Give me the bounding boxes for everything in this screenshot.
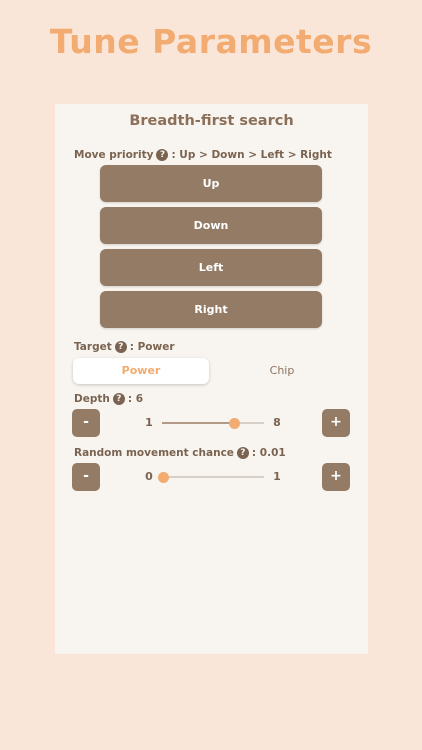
priority-button-up[interactable]: Up: [100, 165, 322, 202]
depth-decrement-button[interactable]: -: [72, 409, 100, 437]
random-decrement-button[interactable]: -: [72, 463, 100, 491]
target-row: Target ? : Power: [74, 341, 175, 353]
app-title: Tune Parameters: [49, 22, 373, 61]
target-label: Target: [74, 341, 112, 353]
help-icon[interactable]: ?: [114, 341, 127, 353]
panel-title: Breadth-first search: [129, 113, 294, 129]
help-icon[interactable]: ?: [156, 149, 169, 161]
depth-slider-fill: [162, 422, 235, 424]
random-row: Random movement chance ? : 0.01: [74, 447, 286, 459]
depth-row: Depth ? : 6: [74, 393, 143, 405]
help-icon[interactable]: ?: [112, 393, 125, 405]
target-segmented-control: Power Chip: [73, 358, 350, 384]
random-value: 0.01: [259, 447, 286, 459]
target-option-chip[interactable]: Chip: [214, 358, 350, 384]
colon: :: [251, 447, 257, 459]
target-value: Power: [137, 341, 175, 353]
depth-value: 6: [135, 393, 144, 405]
depth-max-label: 8: [273, 416, 281, 429]
depth-label: Depth: [74, 393, 110, 405]
target-option-power[interactable]: Power: [73, 358, 209, 384]
move-priority-value: Up > Down > Left > Right: [179, 149, 332, 161]
move-priority-label: Move priority: [74, 149, 154, 161]
settings-panel: Breadth-first search Move priority ? : U…: [55, 104, 368, 654]
random-slider-thumb[interactable]: [157, 471, 169, 483]
random-slider[interactable]: [157, 471, 264, 483]
colon: :: [127, 393, 133, 405]
priority-button-left[interactable]: Left: [100, 249, 322, 286]
colon: :: [129, 341, 134, 353]
priority-button-right[interactable]: Right: [100, 291, 322, 328]
random-increment-button[interactable]: +: [322, 463, 350, 491]
depth-increment-button[interactable]: +: [322, 409, 350, 437]
random-label: Random movement chance: [74, 447, 234, 459]
depth-slider-thumb[interactable]: [229, 417, 241, 429]
random-min-label: 0: [145, 470, 153, 483]
depth-slider[interactable]: [162, 417, 264, 429]
priority-button-down[interactable]: Down: [100, 207, 322, 244]
depth-min-label: 1: [145, 416, 153, 429]
move-priority-row: Move priority ? : Up > Down > Left > Rig…: [74, 149, 332, 161]
colon: :: [171, 149, 176, 161]
help-icon[interactable]: ?: [236, 447, 249, 459]
random-max-label: 1: [273, 470, 281, 483]
